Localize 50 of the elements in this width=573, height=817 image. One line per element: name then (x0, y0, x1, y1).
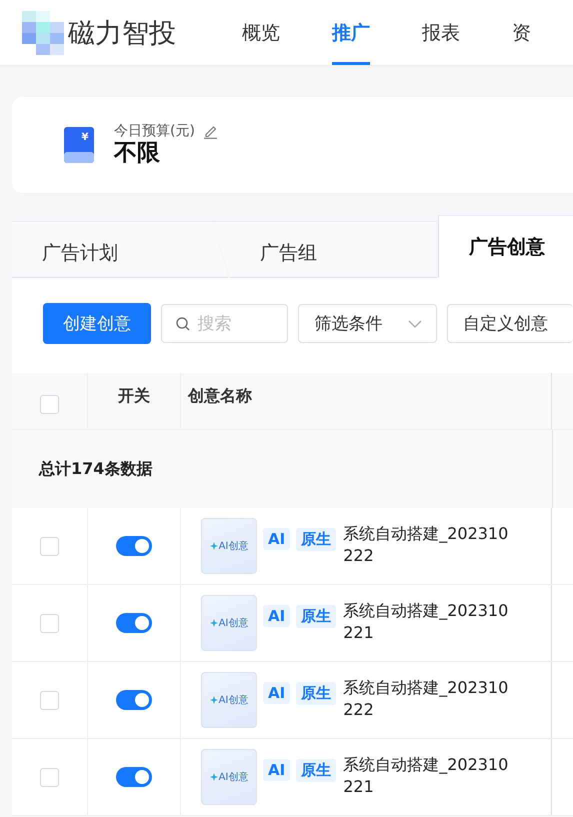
tab[interactable]: 广告组 (212, 221, 437, 278)
sparkle-icon (210, 773, 218, 781)
checkbox[interactable] (40, 768, 59, 786)
checkbox[interactable] (40, 536, 59, 556)
app-name: 磁力智投 (68, 16, 176, 50)
checkbox[interactable] (40, 614, 59, 632)
nav-tab[interactable]: 概览 (242, 0, 280, 65)
toggle-switch[interactable] (116, 613, 152, 633)
creative-name: 系统自动搭建_202310221 (343, 754, 510, 798)
tag: 原生 (296, 682, 336, 704)
custom-creative-button[interactable]: 自定义创意 (447, 304, 573, 343)
summary-text: 总计174条数据 (39, 458, 152, 480)
sparkle-icon (210, 542, 218, 550)
checkbox[interactable] (40, 690, 59, 710)
tag: AI (263, 759, 290, 781)
search-field[interactable]: 搜索 (161, 304, 288, 343)
toggle-switch[interactable] (116, 767, 152, 787)
tag: 原生 (296, 528, 336, 550)
creative-name: 系统自动搭建_202310222 (343, 523, 510, 567)
tab[interactable]: 广告创意 (438, 215, 573, 278)
filter-dropdown[interactable]: 筛选条件 (298, 304, 438, 343)
budget-label: 今日预算(元) (114, 122, 195, 140)
thumbnail-label: AI创意 (218, 540, 248, 553)
tag: 原生 (296, 758, 336, 782)
wallet-icon: ¥ (64, 127, 94, 163)
column-header: 开关 (118, 386, 150, 407)
toggle-switch[interactable] (116, 536, 152, 556)
create-button[interactable]: 创建创意 (43, 303, 152, 344)
thumbnail-label: AI创意 (218, 616, 248, 630)
nav-tab[interactable]: 报表 (422, 0, 460, 65)
sparkle-icon (210, 696, 218, 704)
thumbnail-label: AI创意 (218, 770, 248, 784)
sparkle-icon (210, 619, 218, 627)
edit-icon[interactable] (202, 124, 218, 139)
nav-tab[interactable]: 资 (512, 0, 531, 65)
tag: AI (263, 528, 290, 550)
nav-tab[interactable]: 推广 (332, 0, 370, 65)
creative-name: 系统自动搭建_202310222 (343, 677, 510, 721)
tag: 原生 (296, 604, 336, 628)
creative-name: 系统自动搭建_202310221 (343, 600, 510, 644)
thumbnail-label: AI创意 (218, 694, 248, 707)
budget-value: 不限 (114, 140, 161, 168)
chevron-down-icon (408, 320, 422, 328)
tag: AI (263, 605, 290, 627)
logo-icon (20, 8, 66, 56)
toggle-switch[interactable] (116, 690, 152, 710)
tab[interactable]: 广告计划 (12, 221, 228, 278)
tag: AI (263, 682, 290, 704)
column-header: 创意名称 (188, 386, 252, 407)
checkbox[interactable] (40, 395, 59, 414)
